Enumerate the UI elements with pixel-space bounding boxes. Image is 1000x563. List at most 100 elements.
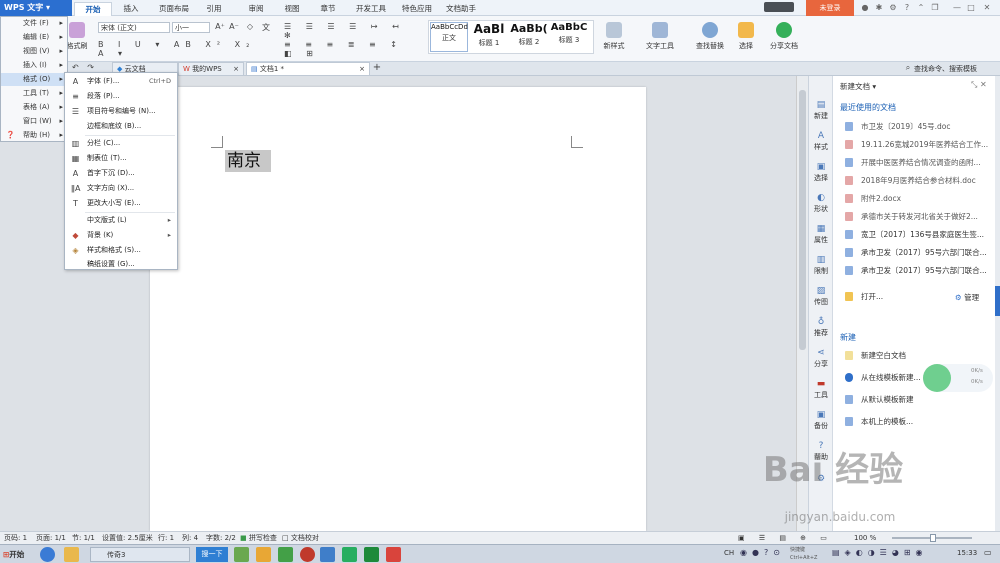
submenu-borders[interactable]: 边框和底纹 (B)... — [65, 119, 177, 134]
menu-table[interactable]: 表格 (A) ▸ — [1, 101, 67, 114]
ie-icon[interactable] — [40, 547, 55, 562]
text-tool-button[interactable]: 文字工具 — [640, 22, 680, 51]
login-button[interactable]: 未登录 — [806, 0, 854, 16]
recent-doc-item[interactable]: 宽卫〔2017〕136号县家庭医生签... — [833, 226, 993, 243]
app-icon[interactable] — [342, 547, 357, 562]
tab-home[interactable]: 开始 — [74, 2, 112, 16]
search-button[interactable]: 搜一下 — [196, 547, 228, 562]
grow-font-icon[interactable]: A⁺ — [214, 22, 226, 31]
menu-file[interactable]: 文件 (F) ▸ — [1, 17, 67, 30]
shrink-font-icon[interactable]: A⁻ — [228, 22, 240, 31]
side-select-button[interactable]: ▣ 选择 — [809, 162, 833, 183]
settings-icon[interactable]: ⚙ — [888, 3, 898, 13]
submenu-columns[interactable]: ▥ 分栏 (C)... — [65, 136, 177, 151]
paragraph-align-buttons[interactable]: ≡ ≡ ≡ ≣ ≡ ↕ ◧ ⊞ — [284, 40, 424, 58]
skin-thumbnail[interactable] — [764, 2, 794, 12]
menu-insert[interactable]: 插入 (I) ▸ — [1, 59, 67, 72]
zoom-slider[interactable] — [892, 534, 972, 542]
tab-review[interactable]: 审阅 — [240, 2, 272, 16]
zoom-level[interactable]: 100 % — [854, 532, 876, 544]
menu-tools[interactable]: 工具 (T) ▸ — [1, 87, 67, 100]
menu-help[interactable]: ❓ 帮助 (H) ▸ — [1, 129, 67, 142]
restore-icon[interactable]: ❐ — [930, 3, 940, 13]
taskbar-browser-window[interactable]: 传奇3 — [90, 547, 190, 562]
side-share-button[interactable]: ⋖ 分享 — [809, 348, 833, 369]
maximize-icon[interactable]: □ — [966, 3, 976, 13]
help-icon[interactable]: ? — [902, 3, 912, 13]
paragraph-list-buttons[interactable]: ☰ ☰ ☰ ☰ ↦ ↤ ✻ — [284, 22, 416, 40]
recent-doc-item[interactable]: 19.11.26宽城2019年医养结合工作... — [833, 136, 993, 153]
side-style-button[interactable]: A 样式 — [809, 131, 833, 152]
tab-insert[interactable]: 插入 — [112, 2, 150, 16]
font-style-buttons[interactable]: B I U ▾ AB X² X₂ A ▾ — [98, 40, 268, 58]
app-icon[interactable] — [300, 547, 315, 562]
submenu-styles-formatting[interactable]: ◈ 样式和格式 (S)... — [65, 243, 177, 258]
tab-developer[interactable]: 开发工具 — [350, 2, 392, 16]
font-size-select[interactable]: 小一 — [172, 22, 210, 33]
menu-window[interactable]: 窗口 (W) ▸ — [1, 115, 67, 128]
view-mode-buttons[interactable]: ▣ ☰ ▤ ⊕ ▭ — [738, 532, 833, 544]
recent-doc-item[interactable]: 2018年9月医养结合参合材料.doc — [833, 172, 993, 189]
side-new-button[interactable]: ▤ 新建 — [809, 100, 833, 121]
submenu-background[interactable]: ◆ 背景 (K) ▸ — [65, 228, 177, 243]
share-doc-button[interactable]: 分享文档 — [766, 22, 802, 51]
app-icon[interactable] — [234, 547, 249, 562]
phonetic-icon[interactable]: 文 — [260, 22, 272, 33]
avatar-icon[interactable]: ● — [860, 3, 870, 13]
submenu-chinese-layout[interactable]: 中文版式 (L) ▸ — [65, 213, 177, 228]
side-upload-image-button[interactable]: ▨ 传图 — [809, 286, 833, 307]
font-family-select[interactable]: 宋体 (正文) — [98, 22, 170, 33]
skin-icon[interactable]: ✱ — [874, 3, 884, 13]
tab-chapter[interactable]: 章节 — [312, 2, 344, 16]
spell-check-toggle[interactable]: ■ 拼写检查 — [240, 532, 277, 544]
submenu-text-direction[interactable]: ǁA 文字方向 (X)... — [65, 181, 177, 196]
tab-close-icon[interactable]: × — [359, 63, 365, 75]
side-shape-button[interactable]: ◐ 形状 — [809, 193, 833, 214]
new-tab-button[interactable]: + — [372, 62, 382, 73]
excel-icon[interactable] — [364, 547, 379, 562]
new-from-default-template[interactable]: 从默认模板新建 — [833, 391, 993, 408]
show-desktop-icon[interactable]: ▭ — [984, 548, 992, 557]
recent-doc-item[interactable]: 承市卫发〔2017〕95号六部门联合... — [833, 244, 993, 261]
presentation-icon[interactable] — [386, 547, 401, 562]
command-search-input[interactable]: 查找命令、搜索模板 — [914, 64, 977, 74]
start-button[interactable]: ⊞开始 — [0, 546, 32, 563]
wps-app-menu-button[interactable]: WPS 文字 ▾ — [0, 0, 72, 16]
tab-doc-assistant[interactable]: 文档助手 — [440, 2, 482, 16]
tab-page-layout[interactable]: 页面布局 — [152, 2, 196, 16]
network-speed-widget[interactable]: 0K/s 0K/s — [923, 364, 993, 392]
pane-collapse-icon[interactable]: ⤡ ✕ — [971, 80, 987, 90]
new-local-template[interactable]: 本机上的模板... — [833, 413, 993, 430]
language-indicator[interactable]: CH — [724, 549, 734, 557]
menu-view[interactable]: 视图 (V) ▸ — [1, 45, 67, 58]
tray-icons[interactable]: ◉●?⊙ — [740, 548, 785, 557]
pane-toggle-handle[interactable] — [995, 286, 1000, 316]
tray-icons-2[interactable]: ▤◈◐◑☰◕⊞◉ — [832, 548, 928, 557]
manage-button[interactable]: ⚙ 管理 — [955, 292, 979, 303]
submenu-drop-cap[interactable]: A 首字下沉 (D)... — [65, 166, 177, 181]
close-icon[interactable]: ✕ — [982, 3, 992, 13]
submenu-tabs[interactable]: ▦ 制表位 (T)... — [65, 151, 177, 166]
side-restrict-button[interactable]: ▥ 限制 — [809, 255, 833, 276]
side-properties-button[interactable]: ▦ 属性 — [809, 224, 833, 245]
expand-icon[interactable]: ⌃ — [916, 3, 926, 13]
style-heading-3[interactable]: AaBbC 标题 3 — [550, 22, 588, 52]
submenu-change-case[interactable]: T 更改大小写 (E)... — [65, 196, 177, 211]
proofread-toggle[interactable]: □ 文档校对 — [282, 532, 319, 544]
new-style-button[interactable]: 新样式 — [598, 22, 630, 51]
submenu-font[interactable]: A 字体 (F)... Ctrl+D — [65, 74, 177, 89]
submenu-manuscript[interactable]: 稿纸设置 (G)... — [65, 258, 177, 270]
submenu-paragraph[interactable]: ≡ 段落 (P)... — [65, 89, 177, 104]
app-icon[interactable] — [256, 547, 271, 562]
scroll-thumb[interactable] — [799, 90, 806, 350]
new-blank-doc[interactable]: 新建空白文档 — [833, 347, 993, 364]
recent-doc-item[interactable]: 承市卫发〔2017〕95号六部门联合... — [833, 262, 993, 279]
submenu-bullets[interactable]: ☰ 项目符号和编号 (N)... — [65, 104, 177, 119]
tab-close-icon[interactable]: × — [233, 63, 239, 75]
zoom-handle[interactable] — [930, 534, 936, 542]
find-replace-button[interactable]: 查找替换 — [690, 22, 730, 51]
minimize-icon[interactable]: — — [952, 3, 962, 13]
wps-writer-icon[interactable] — [320, 547, 335, 562]
style-normal[interactable]: AaBbCcDd 正文 — [430, 22, 468, 52]
recent-doc-item[interactable]: 市卫发〔2019〕45号.doc — [833, 118, 993, 135]
